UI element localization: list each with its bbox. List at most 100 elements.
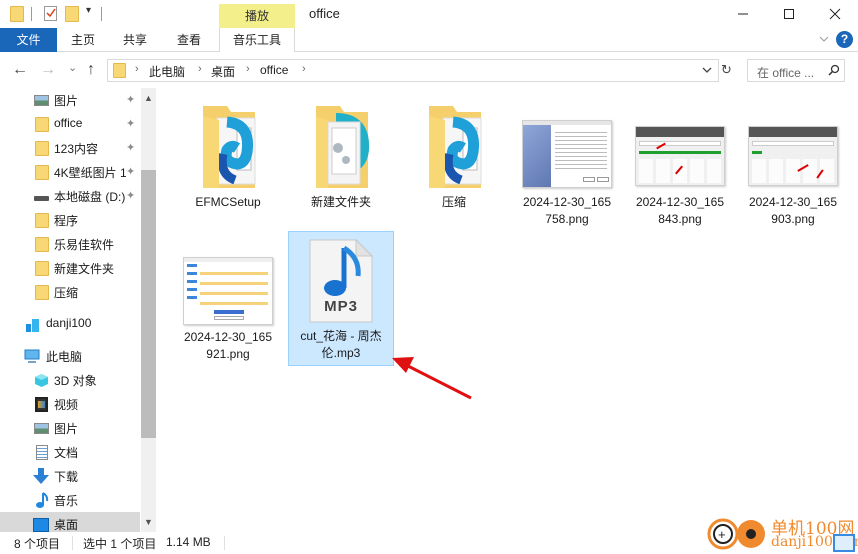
scroll-up-arrow[interactable]: ▲ [141,90,156,106]
customize-dropdown-icon[interactable]: ▾ [86,5,91,16]
file-item-png-165921[interactable]: 2024-12-30_165 921.png [175,231,281,363]
maximize-button[interactable] [766,0,812,28]
tab-share[interactable]: 共享 [112,28,158,52]
scrollbar-thumb[interactable] [141,170,156,438]
back-button[interactable]: ← [12,61,28,79]
3d-objects-icon [34,373,48,388]
tab-view[interactable]: 查看 [166,28,212,52]
file-name: 2024-12-30_165 758.png [522,195,612,226]
sidebar-item-this-pc[interactable]: 此电脑 [0,344,140,368]
breadcrumb-office[interactable]: office [260,63,288,77]
sidebar-item-leyijia[interactable]: 乐易佳软件 [0,232,140,256]
ribbon-expand-chevron-icon[interactable] [818,33,830,48]
sidebar-item-label: 乐易佳软件 [54,238,115,252]
image-thumbnail [740,126,846,186]
recent-locations-button[interactable]: ⌄ [68,61,77,74]
sidebar-item-label: 图片 [54,94,79,108]
forward-button[interactable]: → [40,61,56,79]
sidebar-item-office[interactable]: office ✦ [0,112,140,136]
sidebar-scrollbar[interactable]: ▲ ▼ [141,88,156,532]
sidebar-item-local-disk-d[interactable]: 本地磁盘 (D:) ✦ [0,184,140,208]
downloads-icon [33,468,49,484]
sidebar-item-videos[interactable]: 视频 [0,392,140,416]
sidebar-item-4k-wallpaper[interactable]: 4K壁纸图片 1 ✦ [0,160,140,184]
watermark-logo-icon: + [707,518,765,550]
breadcrumb-separator[interactable]: › [246,63,250,75]
scroll-down-arrow[interactable]: ▼ [141,514,156,530]
sidebar-item-label: 本地磁盘 (D:) [54,190,126,204]
minimize-button[interactable] [720,0,766,28]
search-input[interactable]: 在 office ... [747,59,845,82]
sidebar-item-123[interactable]: 123内容 ✦ [0,136,140,160]
sidebar-item-desktop[interactable]: 桌面 [0,512,140,532]
address-bar[interactable]: › 此电脑 › 桌面 › office › [107,59,719,82]
drive-icon [34,196,49,201]
folder-icon [35,117,49,132]
sidebar-item-label: 下载 [54,470,79,484]
sidebar-item-label: 桌面 [54,518,79,532]
folder-icon [35,261,49,276]
sidebar-item-pictures[interactable]: 图片 [0,416,140,440]
item-count: 8 个项目 [14,537,61,551]
folder-icon [35,165,49,180]
file-name: cut_花海 - 周杰 伦.mp3 [300,329,382,360]
close-button[interactable] [812,0,858,28]
tab-home[interactable]: 主页 [60,28,106,52]
address-divider [718,60,719,81]
sidebar-item-label: 123内容 [54,142,99,156]
pin-icon: ✦ [126,94,136,106]
file-item-mp3-selected[interactable]: MP3 cut_花海 - 周杰 伦.mp3 [288,231,394,366]
toolbar-divider [101,7,102,21]
view-toggle-icon[interactable] [833,534,855,552]
sidebar-item-downloads[interactable]: 下载 [0,464,140,488]
file-item-new-folder[interactable]: 新建文件夹 [288,100,394,220]
pin-icon: ✦ [126,142,136,154]
sidebar-item-compressed[interactable]: 压缩 [0,280,140,304]
folder-icon [35,285,49,300]
sidebar-item-music[interactable]: 音乐 [0,488,140,512]
breadcrumb-separator[interactable]: › [302,63,306,75]
sidebar-item-label: 视频 [54,398,79,412]
breadcrumb-this-pc[interactable]: 此电脑 [149,63,185,80]
pin-icon: ✦ [126,166,136,178]
sidebar-item-documents[interactable]: 文档 [0,440,140,464]
sidebar-item-label: office [54,116,83,130]
tab-file[interactable]: 文件 [0,28,57,52]
refresh-icon[interactable]: ↻ [721,62,732,78]
sidebar-item-danji100[interactable]: danji100 [0,312,140,336]
folder-icon[interactable] [10,6,24,22]
help-icon[interactable]: ? [836,31,853,48]
up-button[interactable]: ↑ [87,61,95,79]
sidebar-item-new-folder[interactable]: 新建文件夹 [0,256,140,280]
breadcrumb-separator[interactable]: › [135,63,139,75]
folder-icon [35,141,49,156]
address-dropdown-icon[interactable] [701,63,713,80]
search-placeholder: 在 office ... [757,66,815,80]
pin-icon: ✦ [126,118,136,130]
ribbon-tabs: 文件 主页 共享 查看 音乐工具 ? [0,28,858,52]
file-name: 压缩 [441,195,466,209]
sidebar-item-3d-objects[interactable]: 3D 对象 [0,368,140,392]
tab-music-tools[interactable]: 音乐工具 [219,28,295,52]
file-item-png-165758[interactable]: 2024-12-30_165 758.png [514,100,620,230]
image-thumbnail [175,257,281,325]
sidebar-item-label: 4K壁纸图片 1 [54,166,126,180]
file-item-efmcsetup[interactable]: EFMCSetup [175,100,281,220]
breadcrumb-desktop[interactable]: 桌面 [211,63,235,80]
file-item-png-165843[interactable]: 2024-12-30_165 843.png [627,100,733,230]
folder-icon [113,63,126,78]
sidebar-item-label: 程序 [54,214,79,228]
new-folder-icon[interactable] [65,6,79,22]
sidebar-item-pictures-pinned[interactable]: 图片 ✦ [0,88,140,112]
window-title: office [309,6,340,21]
image-thumbnail [514,120,620,188]
breadcrumb-separator[interactable]: › [198,63,202,75]
sidebar-item-programs[interactable]: 程序 [0,208,140,232]
file-item-compressed[interactable]: 压缩 [401,100,507,220]
file-item-png-165903[interactable]: 2024-12-30_165 903.png [740,100,846,230]
sidebar-item-label: 新建文件夹 [54,262,115,276]
folder-icon [35,237,49,252]
folder-icon [175,102,281,190]
contextual-tab-group-label: 播放 [219,4,295,28]
properties-icon[interactable] [44,6,57,21]
